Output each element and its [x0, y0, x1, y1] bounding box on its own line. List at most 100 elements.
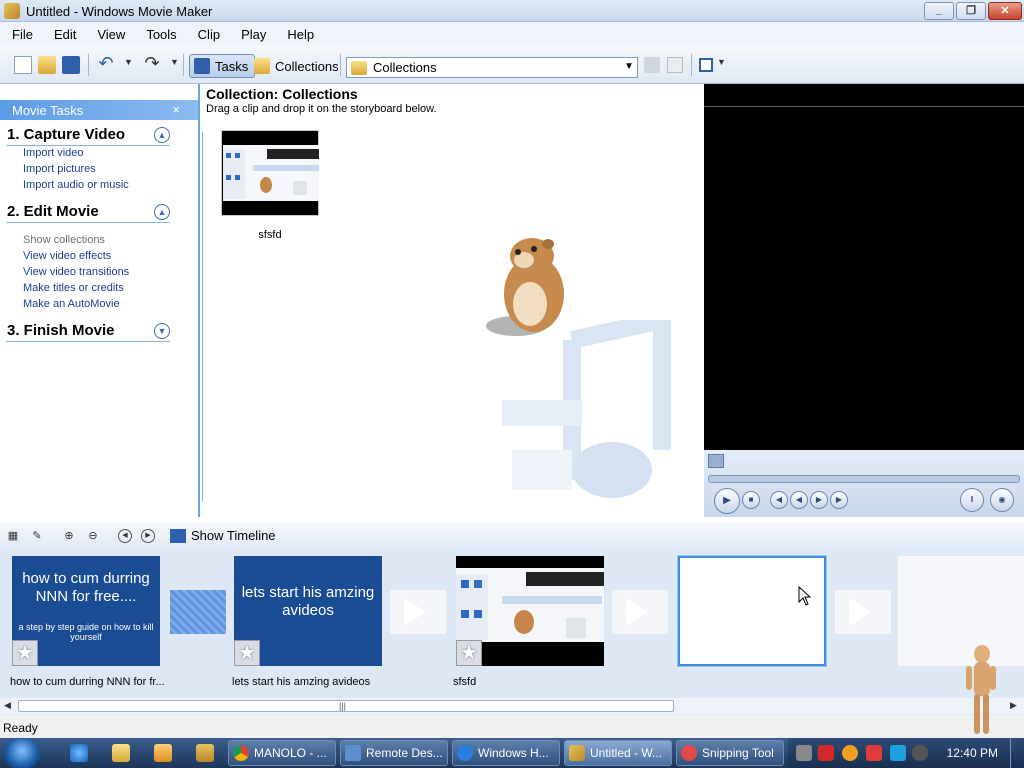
storyboard-clip[interactable]: how to cum durring NNN for free.... a st…	[12, 556, 160, 666]
new-collection-icon[interactable]	[667, 57, 683, 73]
fullscreen-icon[interactable]	[708, 454, 724, 468]
start-button[interactable]	[4, 739, 40, 768]
narrate-icon[interactable]: ✎	[30, 529, 44, 543]
tasks-button-label: Tasks	[215, 58, 249, 74]
collapse-chevron-icon[interactable]: ▲	[154, 127, 170, 143]
open-project-icon[interactable]	[38, 56, 56, 74]
movie-maker-quick-icon[interactable]	[196, 744, 214, 762]
redo-dropdown-icon[interactable]: ▼	[170, 57, 179, 67]
transition-slot[interactable]	[612, 590, 668, 634]
stop-icon[interactable]: ■	[742, 491, 760, 509]
star-effect-icon[interactable]: ★	[234, 640, 260, 666]
redo-icon[interactable]: ↷	[142, 53, 162, 73]
preview-monitor: ▶ ■ ◀ ◀ ▶ ▶ ‖ ◉	[704, 84, 1024, 517]
zoom-in-icon[interactable]: ⊕	[62, 529, 76, 543]
taskbar-button-windows-help[interactable]: Windows H...	[452, 740, 560, 766]
scroll-left-icon[interactable]: ◀	[4, 700, 11, 711]
menu-view[interactable]: View	[97, 27, 125, 42]
rewind-storyboard-icon[interactable]: ◀	[118, 529, 132, 543]
section-finish-movie[interactable]: 3. Finish Movie ▼	[6, 322, 170, 342]
internet-explorer-icon[interactable]	[70, 744, 88, 762]
tasks-button[interactable]: Tasks	[189, 54, 256, 78]
system-tray: 12:40 PM	[788, 738, 1024, 768]
minimize-icon: _	[935, 4, 943, 16]
up-one-level-icon[interactable]	[644, 57, 660, 73]
restore-button[interactable]: ❐	[956, 2, 986, 20]
tray-app-icon[interactable]	[796, 745, 812, 761]
menu-play[interactable]: Play	[241, 27, 266, 42]
seek-bar[interactable]	[708, 475, 1020, 483]
transition-slot[interactable]	[835, 590, 891, 634]
chevron-down-icon[interactable]: ▼	[624, 61, 634, 72]
section-capture-video[interactable]: 1. Capture Video ▲	[6, 126, 170, 146]
play-icon[interactable]: ▶	[714, 488, 740, 514]
menu-help[interactable]: Help	[287, 27, 314, 42]
storyboard-scrollbar[interactable]: ◀ ||| ▶	[0, 698, 1024, 714]
transition-slot[interactable]	[170, 590, 226, 634]
empty-clip-slot[interactable]	[677, 555, 827, 667]
menu-edit[interactable]: Edit	[54, 27, 76, 42]
close-button[interactable]: ✕	[988, 2, 1022, 20]
star-effect-icon[interactable]: ★	[12, 640, 38, 666]
minimize-button[interactable]: _	[924, 2, 954, 20]
link-import-audio[interactable]: Import audio or music	[23, 179, 129, 191]
forward-icon[interactable]: ▶	[810, 491, 828, 509]
collections-select-value: Collections	[373, 60, 437, 75]
star-effect-icon[interactable]: ★	[456, 640, 482, 666]
storyboard-clip[interactable]: ★	[456, 556, 604, 666]
clip-preview-image	[456, 568, 604, 642]
link-import-video[interactable]: Import video	[23, 147, 84, 159]
link-view-video-transitions[interactable]: View video transitions	[23, 266, 129, 278]
play-storyboard-icon[interactable]: ▶	[141, 529, 155, 543]
show-timeline-button[interactable]: Show Timeline	[170, 528, 276, 543]
link-make-automovie[interactable]: Make an AutoMovie	[23, 298, 120, 310]
collection-clip-thumbnail[interactable]	[221, 130, 319, 216]
taskbar-button-snipping-tool[interactable]: Snipping Tool	[676, 740, 784, 766]
link-import-pictures[interactable]: Import pictures	[23, 163, 96, 175]
taskbar-button-movie-maker[interactable]: Untitled - W...	[564, 740, 672, 766]
collections-folder-icon	[351, 60, 367, 75]
collections-button[interactable]: Collections	[250, 54, 345, 78]
scrollbar-thumb[interactable]: |||	[18, 700, 674, 712]
take-picture-icon[interactable]: ◉	[990, 488, 1014, 512]
save-project-icon[interactable]	[62, 56, 80, 74]
transition-arrow-icon	[404, 598, 426, 626]
scroll-right-icon[interactable]: ▶	[1010, 700, 1017, 711]
show-timeline-label: Show Timeline	[191, 528, 276, 543]
menu-file[interactable]: File	[12, 27, 33, 42]
views-icon[interactable]	[699, 58, 713, 72]
network-icon[interactable]	[890, 745, 906, 761]
media-player-icon[interactable]	[154, 744, 172, 762]
expand-chevron-icon[interactable]: ▼	[154, 323, 170, 339]
next-frame-icon[interactable]: ▶	[830, 491, 848, 509]
taskbar-clock[interactable]: 12:40 PM	[947, 746, 998, 760]
collapse-chevron-icon[interactable]: ▲	[154, 204, 170, 220]
menu-tools[interactable]: Tools	[146, 27, 176, 42]
taskbar-button-remote-desktop[interactable]: Remote Des...	[340, 740, 448, 766]
section-edit-movie[interactable]: 2. Edit Movie ▲	[6, 203, 170, 223]
close-tasks-icon[interactable]: ×	[172, 102, 180, 117]
undo-dropdown-icon[interactable]: ▼	[124, 57, 133, 67]
antivirus-icon[interactable]	[818, 745, 834, 761]
flag-icon[interactable]	[866, 745, 882, 761]
previous-frame-icon[interactable]: ◀	[770, 491, 788, 509]
collections-select[interactable]: Collections ▼	[346, 57, 638, 78]
link-make-titles[interactable]: Make titles or credits	[23, 282, 124, 294]
show-desktop-button[interactable]	[1010, 738, 1024, 768]
transition-slot[interactable]	[390, 590, 446, 634]
views-dropdown-icon[interactable]: ▼	[717, 57, 726, 67]
split-clip-icon[interactable]: ‖	[960, 488, 984, 512]
explorer-folder-icon[interactable]	[112, 744, 130, 762]
zoom-out-icon[interactable]: ⊖	[86, 529, 100, 543]
rewind-icon[interactable]: ◀	[790, 491, 808, 509]
clip-caption: how to cum durring NNN for fr...	[10, 676, 165, 688]
volume-icon[interactable]	[912, 745, 928, 761]
taskbar-button-chrome[interactable]: MANOLO - ...	[228, 740, 336, 766]
link-view-video-effects[interactable]: View video effects	[23, 250, 111, 262]
storyboard-clip[interactable]: lets start his amzing avideos ★	[234, 556, 382, 666]
new-project-icon[interactable]	[14, 56, 32, 74]
search-tray-icon[interactable]	[842, 745, 858, 761]
storyboard-grid-icon[interactable]: ▦	[6, 529, 20, 543]
undo-icon[interactable]: ↶	[96, 53, 116, 73]
menu-clip[interactable]: Clip	[198, 27, 220, 42]
